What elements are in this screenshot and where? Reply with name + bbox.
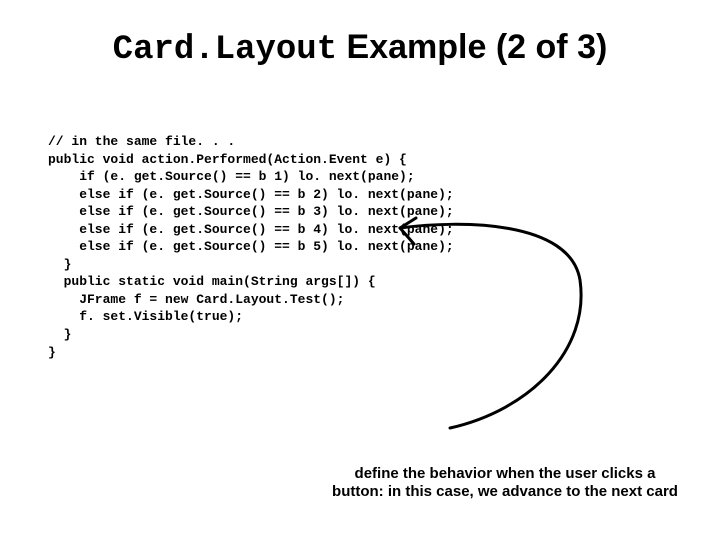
slide: Card.Layout Example (2 of 3) // in the s…	[0, 0, 720, 540]
title-rest: Example (2 of 3)	[337, 28, 607, 66]
caption-text: define the behavior when the user clicks…	[330, 465, 680, 503]
slide-title: Card.Layout Example (2 of 3)	[0, 28, 720, 69]
title-mono: Card.Layout	[113, 31, 337, 69]
code-block: // in the same file. . . public void act…	[48, 133, 454, 361]
